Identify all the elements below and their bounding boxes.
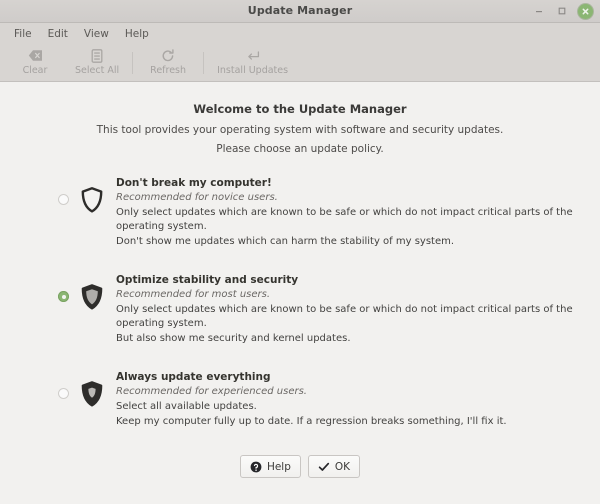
welcome-description: This tool provides your operating system… (96, 124, 504, 136)
radio-optimize[interactable] (58, 291, 69, 302)
minimize-icon[interactable] (532, 4, 546, 18)
update-manager-window: Update Manager File Edit View Help Clear… (0, 0, 600, 504)
toolbar-label-clear: Clear (22, 65, 48, 76)
toolbar-separator-1 (132, 51, 134, 74)
policy-desc-1: Only select updates which are known to b… (116, 207, 573, 232)
welcome-heading: Welcome to the Update Manager (193, 102, 407, 116)
menu-item-help[interactable]: Help (117, 25, 157, 43)
checkmark-icon (318, 461, 330, 473)
toolbar-button-install-updates[interactable]: Install Updates (208, 47, 297, 78)
welcome-instruction: Please choose an update policy. (216, 143, 384, 155)
dialog-buttons: Help OK (0, 455, 600, 478)
policy-option-dont-break[interactable]: Don't break my computer! Recommended for… (0, 175, 600, 249)
policy-desc-2: But also show me security and kernel upd… (116, 333, 351, 344)
policy-list: Don't break my computer! Recommended for… (0, 175, 600, 452)
ok-button[interactable]: OK (307, 455, 361, 478)
shield-half-icon (81, 284, 103, 310)
shield-full-icon (81, 381, 103, 407)
menu-item-view[interactable]: View (76, 25, 117, 43)
policy-text-dont-break: Don't break my computer! Recommended for… (116, 175, 600, 249)
policy-title: Always update everything (116, 371, 271, 383)
install-updates-icon (246, 48, 260, 63)
content-area: Welcome to the Update Manager This tool … (0, 82, 600, 504)
policy-text-optimize: Optimize stability and security Recommen… (116, 272, 600, 346)
policy-desc-1: Select all available updates. (116, 401, 257, 412)
clear-icon (28, 48, 43, 63)
refresh-icon (161, 48, 175, 63)
policy-recommendation: Recommended for novice users. (116, 192, 278, 203)
policy-text-always-update: Always update everything Recommended for… (116, 369, 507, 429)
shield-outline-icon (81, 187, 103, 213)
toolbar: Clear Select All Refresh Install Updates (0, 44, 600, 82)
maximize-icon[interactable] (555, 4, 569, 18)
policy-option-optimize[interactable]: Optimize stability and security Recommen… (0, 272, 600, 346)
titlebar: Update Manager (0, 0, 600, 23)
menubar: File Edit View Help (0, 23, 600, 44)
window-controls (532, 3, 600, 19)
close-icon[interactable] (578, 3, 593, 19)
policy-title: Don't break my computer! (116, 177, 272, 189)
help-button[interactable]: Help (239, 455, 301, 478)
toolbar-button-select-all[interactable]: Select All (66, 47, 128, 78)
radio-dont-break[interactable] (58, 194, 69, 205)
help-button-label: Help (266, 460, 291, 473)
window-title: Update Manager (247, 4, 353, 17)
policy-desc-2: Keep my computer fully up to date. If a … (116, 416, 507, 427)
toolbar-button-refresh[interactable]: Refresh (137, 47, 199, 78)
toolbar-label-install-updates: Install Updates (217, 65, 289, 76)
help-icon (250, 461, 262, 473)
policy-option-always-update[interactable]: Always update everything Recommended for… (0, 369, 600, 429)
policy-title: Optimize stability and security (116, 274, 299, 286)
toolbar-separator-2 (203, 51, 205, 74)
policy-recommendation: Recommended for experienced users. (116, 386, 307, 397)
toolbar-label-select-all: Select All (75, 65, 120, 76)
policy-recommendation: Recommended for most users. (116, 289, 271, 300)
policy-desc-1: Only select updates which are known to b… (116, 304, 573, 329)
toolbar-button-clear[interactable]: Clear (4, 47, 66, 78)
policy-desc-2: Don't show me updates which can harm the… (116, 236, 455, 247)
toolbar-label-refresh: Refresh (150, 65, 187, 76)
select-all-icon (91, 48, 103, 63)
menu-item-edit[interactable]: Edit (40, 25, 76, 43)
ok-button-label: OK (334, 460, 351, 473)
menu-item-file[interactable]: File (6, 25, 40, 43)
radio-always-update[interactable] (58, 388, 69, 399)
